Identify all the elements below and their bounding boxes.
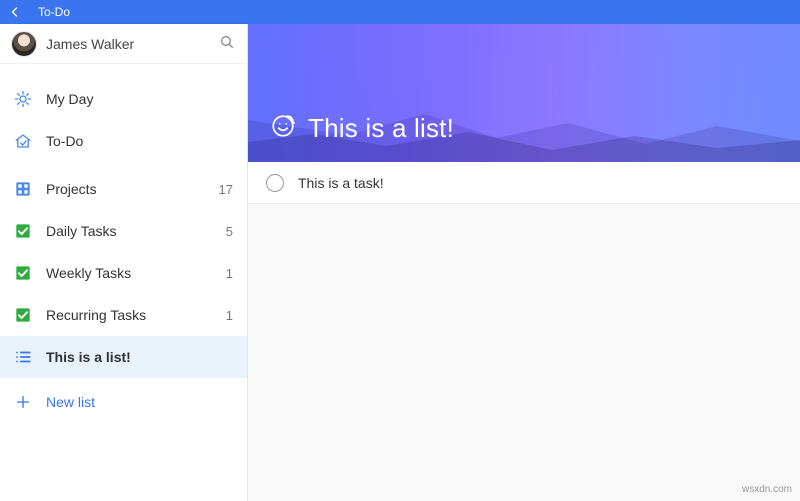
user-name: James Walker	[46, 36, 209, 52]
sidebar-item-label: This is a list!	[46, 349, 203, 365]
check-icon	[14, 264, 32, 282]
new-list-label: New list	[46, 394, 95, 410]
new-list-button[interactable]: New list	[0, 382, 247, 422]
smiley-icon	[270, 113, 296, 144]
plus-icon	[14, 393, 32, 411]
check-icon	[14, 222, 32, 240]
list-header: This is a list!	[248, 24, 800, 162]
sidebar-item-todo[interactable]: To-Do	[0, 120, 247, 162]
task-list: This is a task!	[248, 162, 800, 501]
app-title: To-Do	[38, 5, 70, 19]
avatar	[12, 32, 36, 56]
sidebar-item-projects[interactable]: Projects 17	[0, 168, 247, 210]
sidebar-item-custom-list[interactable]: This is a list!	[0, 336, 247, 378]
sidebar-item-my-day[interactable]: My Day	[0, 78, 247, 120]
sidebar-item-count: 1	[217, 308, 233, 323]
sidebar: James Walker My Day To-Do	[0, 24, 248, 501]
task-title: This is a task!	[298, 175, 384, 191]
task-checkbox[interactable]	[266, 174, 284, 192]
sidebar-item-count: 1	[217, 266, 233, 281]
sidebar-item-label: Recurring Tasks	[46, 307, 203, 323]
list-icon	[14, 348, 32, 366]
sidebar-item-label: Projects	[46, 181, 203, 197]
main-pane: This is a list! This is a task!	[248, 24, 800, 501]
sidebar-item-count: 17	[217, 182, 233, 197]
sidebar-item-label: Weekly Tasks	[46, 265, 203, 281]
sidebar-item-daily-tasks[interactable]: Daily Tasks 5	[0, 210, 247, 252]
task-row[interactable]: This is a task!	[248, 162, 800, 204]
title-bar: To-Do	[0, 0, 800, 24]
watermark: wsxdn.com	[742, 484, 792, 495]
sidebar-item-label: My Day	[46, 91, 203, 107]
sidebar-item-label: Daily Tasks	[46, 223, 203, 239]
sidebar-item-weekly-tasks[interactable]: Weekly Tasks 1	[0, 252, 247, 294]
grid-icon	[14, 180, 32, 198]
home-icon	[14, 132, 32, 150]
search-button[interactable]	[219, 34, 235, 53]
sidebar-item-recurring-tasks[interactable]: Recurring Tasks 1	[0, 294, 247, 336]
sidebar-nav: My Day To-Do Projects 17	[0, 64, 247, 378]
sidebar-item-count: 5	[217, 224, 233, 239]
sun-icon	[14, 90, 32, 108]
check-icon	[14, 306, 32, 324]
back-button[interactable]	[8, 5, 22, 19]
list-title: This is a list!	[308, 113, 454, 144]
user-row[interactable]: James Walker	[0, 24, 247, 64]
sidebar-item-label: To-Do	[46, 133, 203, 149]
